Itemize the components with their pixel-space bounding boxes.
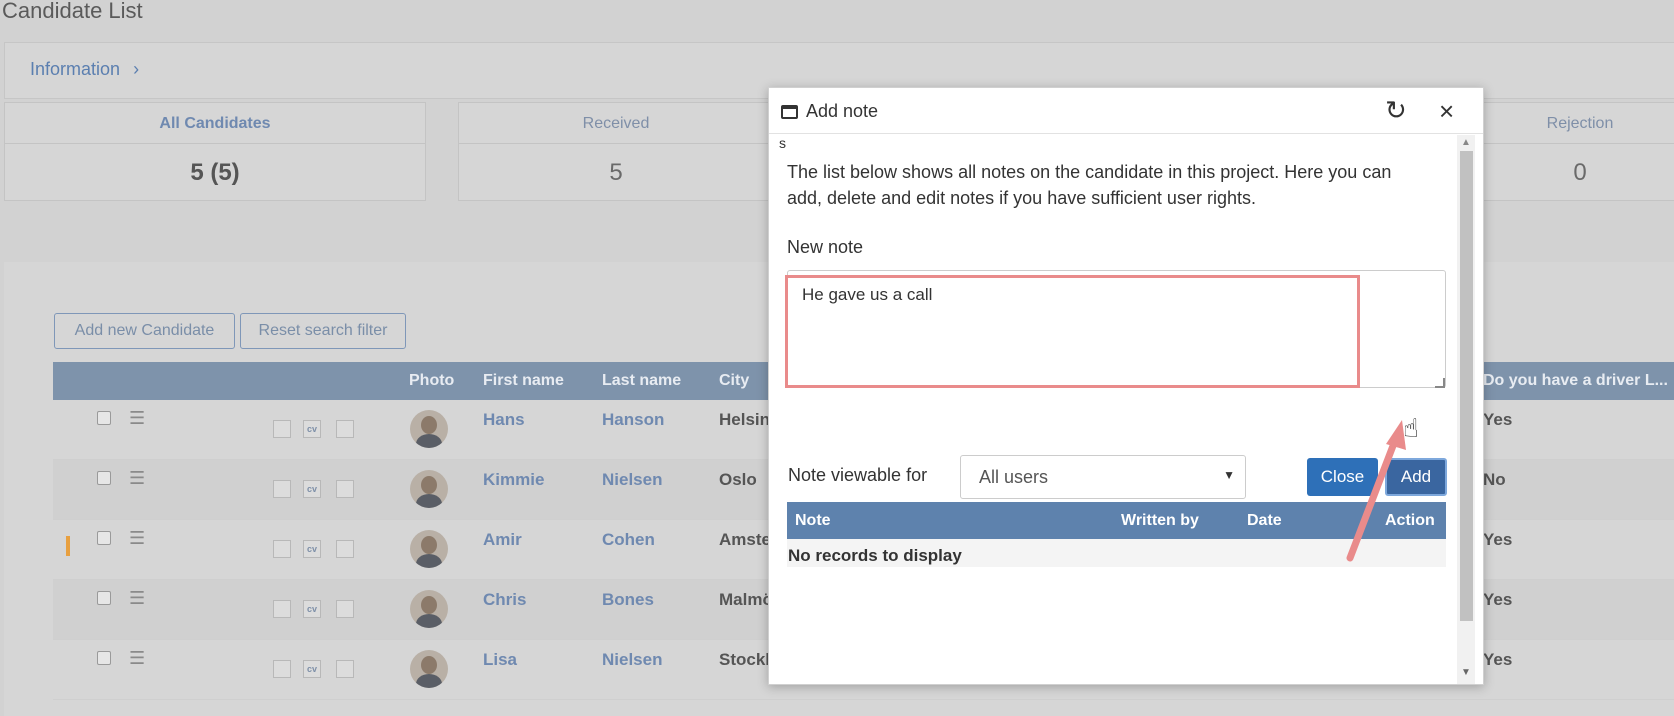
avatar [410,590,448,628]
stat-rejection[interactable]: Rejection 0 [1480,102,1674,201]
last-name-link[interactable]: Nielsen [602,650,662,670]
column-city[interactable]: City [719,372,749,390]
row-menu-icon[interactable]: ☰ [129,648,145,669]
avatar [410,530,448,568]
driver-license-cell: Yes [1483,530,1513,549]
first-name-link[interactable]: Hans [483,410,525,430]
new-note-label: New note [787,237,864,257]
driver-license-cell: Yes [1483,650,1513,669]
stat-received[interactable]: Received 5 [458,102,774,201]
city-cell: Malmö [719,590,773,609]
row-menu-icon[interactable]: ☰ [129,468,145,489]
last-name-link[interactable]: Bones [602,590,654,610]
add-candidate-button[interactable]: Add new Candidate [54,313,235,349]
driver-license-cell: Yes [1483,410,1513,429]
dialog-header: Add note ↻ × [769,88,1483,134]
first-name-link[interactable]: Amir [483,530,522,550]
avatar [410,470,448,508]
new-note-textarea[interactable] [787,270,1446,388]
stat-label: Rejection [1481,103,1674,144]
close-icon[interactable]: × [1439,96,1454,127]
document-icon[interactable] [336,600,354,618]
stat-label: Received [459,103,773,144]
person-icon[interactable] [273,420,291,438]
person-icon[interactable] [273,600,291,618]
last-name-link[interactable]: Cohen [602,530,655,550]
dialog-title: Add note [806,101,879,121]
document-icon[interactable] [336,540,354,558]
row-menu-icon[interactable]: ☰ [129,528,145,549]
city-cell: Oslo [719,470,757,489]
reset-filter-button[interactable]: Reset search filter [240,313,406,349]
first-name-link[interactable]: Kimmie [483,470,544,490]
row-menu-icon[interactable]: ☰ [129,588,145,609]
column-date[interactable]: Date [1247,512,1282,530]
window-icon [781,105,798,119]
scroll-thumb[interactable] [1460,151,1473,621]
row-menu-icon[interactable]: ☰ [129,408,145,429]
annotation-arrow-icon [1346,420,1406,562]
page-title: Candidate List [2,0,143,23]
person-icon[interactable] [273,660,291,678]
row-flag-marker [66,536,70,556]
scroll-up-icon[interactable]: ▲ [1461,137,1471,148]
hand-cursor-icon: ☝ [1403,413,1419,443]
person-icon[interactable] [273,480,291,498]
scroll-down-icon[interactable]: ▼ [1461,667,1471,678]
stray-text: s [779,135,786,151]
driver-license-cell: No [1483,470,1506,489]
row-checkbox[interactable] [97,471,111,485]
note-viewable-label: Note viewable for [788,465,928,485]
stat-value: 0 [1573,159,1587,186]
person-icon[interactable] [273,540,291,558]
stat-label: All Candidates [5,103,425,144]
row-checkbox[interactable] [97,411,111,425]
city-cell: Stockl [719,650,771,669]
information-link-label: Information [30,59,121,79]
stat-value: 5 [609,159,623,186]
first-name-link[interactable]: Chris [483,590,526,610]
chevron-right-icon: › [133,59,140,79]
last-name-link[interactable]: Hanson [602,410,664,430]
column-note[interactable]: Note [795,512,831,530]
first-name-link[interactable]: Lisa [483,650,517,670]
row-checkbox[interactable] [97,531,111,545]
city-cell: Amste [719,530,771,549]
add-note-dialog: Add note ↻ × s The list below shows all … [768,87,1484,685]
information-link[interactable]: Information › [30,59,139,80]
column-photo[interactable]: Photo [409,372,454,390]
stat-all-candidates[interactable]: All Candidates 5 (5) [4,102,426,201]
column-written-by[interactable]: Written by [1121,512,1199,530]
row-checkbox[interactable] [97,651,111,665]
stat-value: 5 (5) [190,159,240,186]
document-icon[interactable] [336,480,354,498]
resize-grip-icon[interactable] [1435,378,1445,388]
note-viewable-select[interactable]: All users ▼ [960,455,1246,499]
driver-license-cell: Yes [1483,590,1513,609]
avatar [410,650,448,688]
no-records-text: No records to display [788,546,962,565]
select-value: All users [979,467,1049,487]
cv-icon[interactable]: cv [303,540,321,558]
city-cell: Helsin [719,410,771,429]
cv-icon[interactable]: cv [303,600,321,618]
caret-down-icon: ▼ [1223,468,1235,482]
dialog-scrollbar[interactable]: ▲ ▼ [1457,135,1475,684]
column-driver-license[interactable]: Do you have a driver L... [1483,372,1668,390]
refresh-icon[interactable]: ↻ [1385,95,1407,126]
row-checkbox[interactable] [97,591,111,605]
document-icon[interactable] [336,660,354,678]
avatar [410,410,448,448]
column-first-name[interactable]: First name [483,372,564,390]
dialog-intro-text: The list below shows all notes on the ca… [787,162,1392,208]
cv-icon[interactable]: cv [303,480,321,498]
column-last-name[interactable]: Last name [602,372,681,390]
document-icon[interactable] [336,420,354,438]
last-name-link[interactable]: Nielsen [602,470,662,490]
cv-icon[interactable]: cv [303,660,321,678]
cv-icon[interactable]: cv [303,420,321,438]
